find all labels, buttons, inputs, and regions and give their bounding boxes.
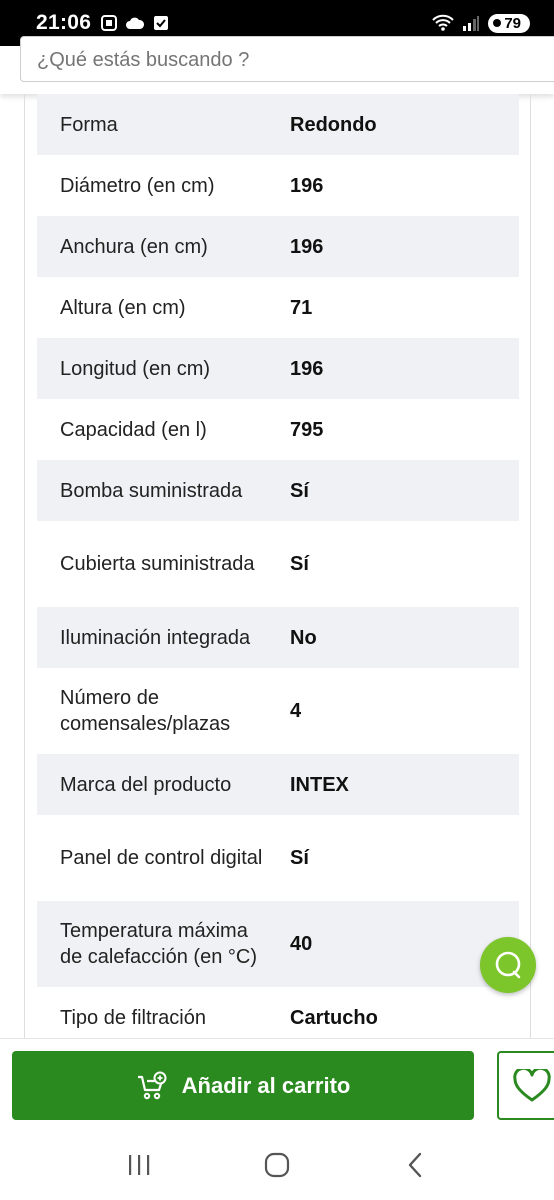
wifi-icon — [432, 14, 455, 31]
spec-value: Cartucho — [290, 1006, 378, 1029]
product-specs-panel: Forma Redondo Diámetro (en cm) 196 Anchu… — [24, 94, 531, 1038]
spec-label: Número de comensales/plazas — [60, 687, 231, 735]
recents-button[interactable] — [119, 1145, 159, 1185]
screenshot-icon — [101, 15, 118, 31]
back-icon — [408, 1152, 422, 1178]
heart-icon — [513, 1068, 551, 1101]
spec-row: Bomba suministrada Sí — [37, 460, 519, 521]
spec-row: Temperatura máxima de calefacción (en °C… — [37, 901, 519, 987]
spec-value: INTEX — [290, 773, 349, 796]
spec-row: Panel de control digital Sí — [37, 815, 519, 901]
spec-row: Capacidad (en l) 795 — [37, 399, 519, 460]
back-button[interactable] — [395, 1145, 435, 1185]
home-icon — [264, 1152, 290, 1178]
spec-row: Altura (en cm) 71 — [37, 277, 519, 338]
spec-row: Longitud (en cm) 196 — [37, 338, 519, 399]
system-navigation-bar — [0, 1130, 554, 1200]
recents-icon — [129, 1155, 150, 1175]
spec-row: Tipo de filtración Cartucho — [37, 987, 519, 1038]
spec-value: Sí — [290, 553, 309, 575]
spec-row: Número de comensales/plazas 4 — [37, 668, 519, 754]
spec-table: Forma Redondo Diámetro (en cm) 196 Anchu… — [37, 94, 519, 1038]
check-box-icon — [154, 16, 169, 30]
spec-label: Bomba suministrada — [60, 479, 243, 502]
spec-row: Diámetro (en cm) 196 — [37, 155, 519, 216]
spec-label: Cubierta suministrada — [60, 553, 255, 575]
spec-label: Panel de control digital — [60, 847, 263, 869]
spec-label: Altura (en cm) — [60, 296, 186, 319]
signal-icon — [463, 16, 480, 31]
home-button[interactable] — [257, 1145, 297, 1185]
search-input[interactable] — [20, 36, 554, 82]
spec-value: No — [290, 626, 317, 649]
chat-bubble-icon — [495, 951, 521, 979]
spec-value: Sí — [290, 479, 309, 502]
spec-label: Iluminación integrada — [60, 626, 251, 649]
spec-label: Capacidad (en l) — [60, 418, 207, 441]
spec-value: 795 — [290, 418, 324, 441]
spec-label: Diámetro (en cm) — [60, 174, 215, 197]
wishlist-button[interactable] — [497, 1051, 554, 1120]
spec-label: Tipo de filtración — [60, 1006, 206, 1029]
spec-value: 196 — [290, 235, 324, 258]
spec-label: Longitud (en cm) — [60, 357, 211, 380]
spec-value: 71 — [290, 296, 313, 319]
spec-label: Temperatura máxima de calefacción (en °C… — [60, 920, 257, 968]
add-to-cart-label: Añadir al carrito — [181, 1072, 351, 1098]
spec-row: Forma Redondo — [37, 94, 519, 155]
bottom-action-bar: Añadir al carrito — [0, 1038, 554, 1130]
spec-value: Sí — [290, 847, 309, 869]
spec-value: 196 — [290, 357, 324, 380]
battery-indicator: 79 — [488, 13, 530, 33]
search-header — [0, 36, 554, 94]
spec-value: 196 — [290, 174, 324, 197]
spec-label: Forma — [60, 113, 118, 136]
spec-value: Redondo — [290, 113, 377, 136]
chat-button[interactable] — [480, 937, 536, 993]
battery-level: 79 — [504, 14, 521, 32]
spec-value: 40 — [290, 933, 313, 955]
cloud-icon — [126, 17, 145, 29]
add-to-cart-button[interactable]: Añadir al carrito — [12, 1051, 474, 1120]
spec-row: Iluminación integrada No — [37, 607, 519, 668]
spec-label: Marca del producto — [60, 773, 232, 796]
status-time: 21:06 — [36, 11, 92, 34]
spec-row: Anchura (en cm) 196 — [37, 216, 519, 277]
spec-row: Cubierta suministrada Sí — [37, 521, 519, 607]
battery-icon — [493, 19, 502, 27]
spec-label: Anchura (en cm) — [60, 235, 208, 258]
cart-plus-icon — [137, 1071, 167, 1099]
spec-row: Marca del producto INTEX — [37, 754, 519, 815]
spec-value: 4 — [290, 700, 302, 722]
